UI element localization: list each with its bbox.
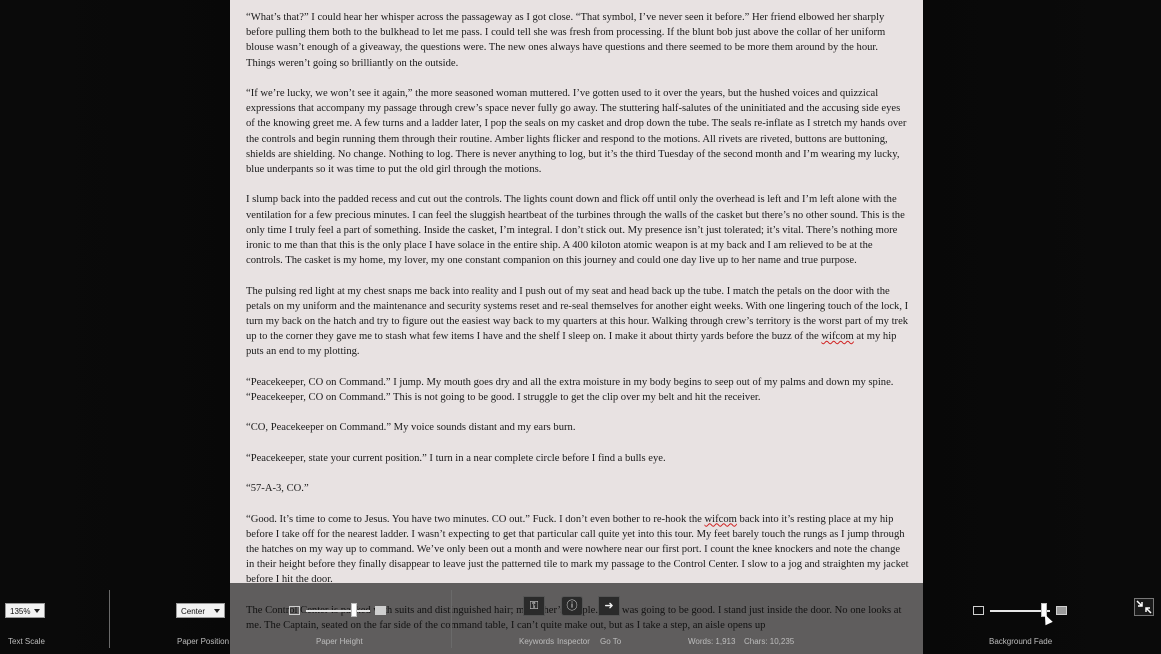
background-fade-caption: Background Fade bbox=[989, 637, 1053, 646]
paragraph-text: I slump back into the padded recess and … bbox=[246, 194, 905, 267]
divider bbox=[109, 590, 110, 648]
fade-high-icon[interactable] bbox=[1056, 606, 1067, 615]
paragraph-text: “CO, Peacekeeper on Command.” My voice s… bbox=[246, 422, 576, 434]
paper-short-icon[interactable] bbox=[289, 606, 300, 615]
paragraph-text: “Good. It’s time to come to Jesus. You h… bbox=[246, 513, 705, 525]
paragraph[interactable]: “If we’re lucky, we won’t see it again,”… bbox=[246, 86, 909, 177]
misspelled-word: wifcom bbox=[704, 513, 737, 525]
paragraph-text: The pulsing red light at my chest snaps … bbox=[246, 285, 909, 343]
text-scale-value: 135% bbox=[10, 607, 31, 616]
paper-tall-icon[interactable] bbox=[375, 606, 386, 615]
paper-position-select[interactable]: Center bbox=[176, 603, 225, 618]
composition-paper[interactable]: “What’s that?” I could hear her whisper … bbox=[230, 0, 923, 654]
paragraph-text: “Peacekeeper, state your current positio… bbox=[246, 452, 666, 464]
paper-height-slider-thumb[interactable] bbox=[351, 603, 357, 617]
paper-position-value: Center bbox=[181, 607, 206, 616]
divider bbox=[451, 590, 452, 648]
paragraph[interactable]: “57-A-3, CO.” bbox=[246, 481, 909, 496]
paper-height-slider-track[interactable] bbox=[306, 610, 370, 612]
paragraph-text: “If we’re lucky, we won’t see it again,”… bbox=[246, 88, 907, 176]
chevron-down-icon bbox=[214, 609, 220, 613]
text-scale-caption: Text Scale bbox=[8, 637, 45, 646]
char-count: Chars: 10,235 bbox=[744, 637, 795, 646]
key-icon[interactable]: ⚿ bbox=[523, 596, 545, 616]
exit-fullscreen-icon bbox=[1136, 600, 1152, 614]
paragraph[interactable]: “Good. It’s time to come to Jesus. You h… bbox=[246, 512, 909, 588]
info-icon[interactable]: ⓘ bbox=[561, 596, 583, 616]
paragraph[interactable]: “CO, Peacekeeper on Command.” My voice s… bbox=[246, 420, 909, 435]
goto-document-icon[interactable]: ➜ bbox=[598, 596, 620, 616]
text-scale-select[interactable]: 135% bbox=[5, 603, 45, 618]
goto-caption: Go To bbox=[600, 637, 622, 646]
paragraph-text: “57-A-3, CO.” bbox=[246, 483, 309, 495]
document-text[interactable]: “What’s that?” I could hear her whisper … bbox=[246, 10, 909, 648]
inspector-caption: Inspector bbox=[557, 637, 590, 646]
paragraph-text: “Peacekeeper, CO on Command.” I jump. My… bbox=[246, 376, 894, 404]
fade-low-icon[interactable] bbox=[973, 606, 984, 615]
word-count: Words: 1,913 bbox=[688, 637, 736, 646]
chevron-down-icon bbox=[34, 609, 40, 613]
exit-fullscreen-button[interactable] bbox=[1134, 598, 1154, 616]
paragraph[interactable]: “What’s that?” I could hear her whisper … bbox=[246, 10, 909, 71]
paper-position-caption: Paper Position bbox=[177, 637, 230, 646]
paragraph[interactable]: “Peacekeeper, CO on Command.” I jump. My… bbox=[246, 375, 909, 405]
paragraph[interactable]: I slump back into the padded recess and … bbox=[246, 192, 909, 268]
paragraph[interactable]: “Peacekeeper, state your current positio… bbox=[246, 451, 909, 466]
paragraph-text: “What’s that?” I could hear her whisper … bbox=[246, 12, 886, 69]
paragraph[interactable]: The pulsing red light at my chest snaps … bbox=[246, 284, 909, 360]
misspelled-word: wifcom bbox=[821, 331, 854, 343]
paper-height-caption: Paper Height bbox=[316, 637, 363, 646]
keywords-caption: Keywords bbox=[519, 637, 555, 646]
